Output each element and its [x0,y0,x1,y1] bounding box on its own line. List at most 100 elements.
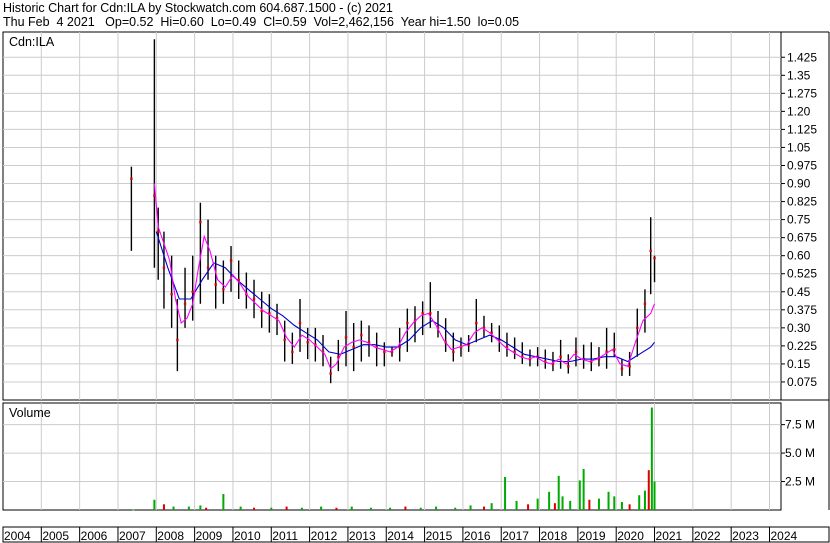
price-close-point [559,355,562,358]
price-close-point [620,367,624,370]
price-frame [2,31,782,401]
x-tick-label: 2014 [387,529,414,543]
price-close-point [383,350,386,354]
volume-bar [205,507,208,510]
price-y-tick-label: 0.75 [787,213,811,227]
volume-bar [650,407,653,510]
price-y-tick-label: 0.525 [787,267,817,281]
price-close-point [329,372,332,375]
price-y-tick-label: 1.20 [787,104,811,118]
price-close-point [214,283,217,286]
volume-bar [561,496,564,510]
volume-bar [588,499,591,510]
volume-bar [162,504,165,510]
volume-bar [187,506,190,510]
price-close-point [653,256,656,260]
x-tick-label: 2022 [694,529,721,543]
price-y-tick-label: 1.275 [787,86,817,100]
x-tick-label: 2021 [656,529,683,543]
stock-chart: 1.425 1.35 1.275 1.20 1.125 1.05 0.975 0.90 0.82… [2,31,830,543]
volume-bar [369,507,372,510]
x-tick-label: 2016 [464,529,491,543]
volume-bar [515,500,518,510]
price-close-point [306,341,309,344]
price-close-point [406,321,409,325]
x-tick-label: 2015 [426,529,453,543]
volume-bar [300,507,303,510]
volume-bar [653,481,656,510]
volume-y-tick-label: 5.0 M [785,446,815,460]
volume-bar [504,476,507,510]
volume-bar [527,504,530,510]
price-close-point [344,336,348,339]
price-y-tick-label: 1.425 [787,50,817,64]
price-close-point [162,266,166,269]
x-tick-label: 2019 [579,529,606,543]
volume-bar [578,480,581,510]
price-close-point [283,338,286,342]
price-y-tick-label: 0.90 [787,177,811,191]
price-close-point [130,177,133,180]
price-close-point [222,288,225,291]
volume-bar [350,506,353,510]
volume-bar [153,499,156,510]
price-close-point [170,292,173,296]
price-close-point [229,259,233,262]
volume-bar [172,506,175,510]
volume-bar [239,506,242,510]
volume-bar [643,490,646,510]
x-tick-label: 2024 [771,529,798,543]
volume-bar [285,506,288,510]
price-y-tick-label: 0.225 [787,339,817,353]
x-axis: 2004 2005 2006 2007 2008 2009 2010 2011 2012 2013… [2,526,830,543]
volume-panel-label: Volume [9,406,51,420]
volume-panel: 7.5 M 5.0 M 2.5 M Volume [2,402,815,511]
price-close-point [574,350,578,354]
volume-bar [469,505,472,510]
volume-bar [582,469,585,510]
x-tick-label: 2009 [196,529,223,543]
volume-bar [270,507,273,510]
volume-bar [557,475,560,510]
price-close-point [199,220,202,224]
price-y-tick-label: 0.15 [787,357,811,371]
volume-bar [335,507,338,510]
x-tick-label: 2011 [272,529,298,543]
price-close-point [291,350,294,354]
price-y-tick-label: 1.35 [787,68,811,82]
volume-bar [597,498,600,510]
price-close-point [298,321,302,325]
price-close-point [649,249,652,253]
price-close-point [636,326,639,330]
price-close-point [252,297,256,301]
volume-frame [2,402,782,511]
x-tick-label: 2018 [541,529,568,543]
price-close-point [452,350,455,354]
volume-bar [132,509,135,511]
price-close-point [206,266,210,269]
price-y-tick-label: 0.60 [787,249,811,263]
price-y-tick-label: 0.375 [787,303,817,317]
price-y-tick-label: 0.675 [787,231,817,245]
x-tick-label: 2007 [119,529,146,543]
x-tick-label: 2004 [4,529,31,543]
x-tick-label: 2012 [311,529,338,543]
price-close-point [191,290,194,293]
volume-bar [419,507,422,510]
price-y-tick-label: 0.975 [787,158,817,172]
volume-bar [620,502,623,510]
price-close-point [643,302,647,305]
volume-bar [628,504,631,510]
price-close-point [475,321,478,325]
volume-bar [536,498,539,510]
volume-bar [435,506,438,510]
price-y-tick-label: 1.05 [787,140,811,154]
x-tick-label: 2020 [617,529,644,543]
x-tick-label: 2006 [81,529,108,543]
volume-bar [553,503,556,510]
price-close-point [360,333,363,337]
price-close-point [567,365,570,368]
volume-bar [320,506,323,510]
volume-bar [199,505,202,510]
volume-bar [569,500,572,510]
